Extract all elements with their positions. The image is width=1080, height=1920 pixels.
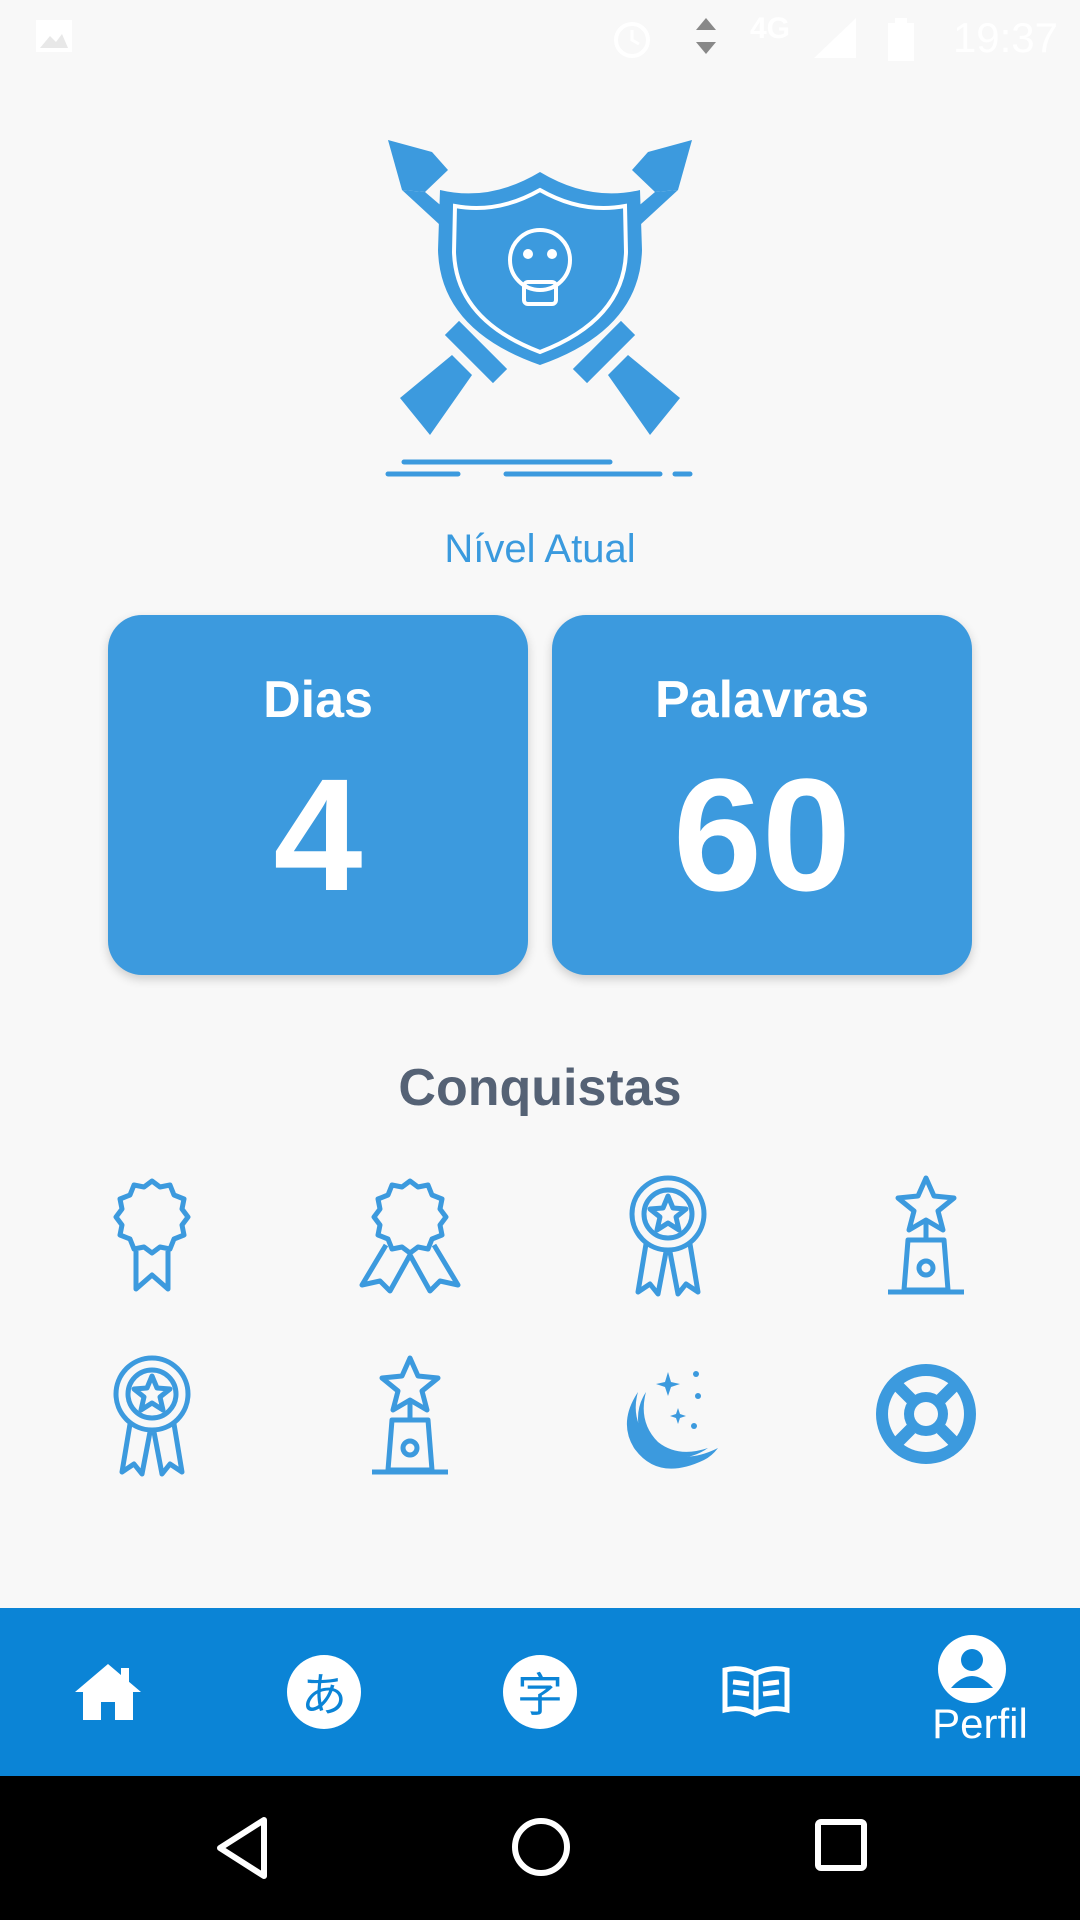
nav-kanji[interactable]: 字 <box>470 1608 610 1776</box>
nav-book[interactable] <box>686 1608 826 1776</box>
nav-profile[interactable] <box>902 1608 1042 1776</box>
book-icon <box>722 1666 790 1717</box>
recents-icon[interactable] <box>814 1818 868 1872</box>
network-type: 4G <box>750 12 791 45</box>
lifebuoy-icon <box>876 1364 976 1464</box>
signal-icon <box>814 18 856 58</box>
moon-stars-icon <box>626 1371 718 1469</box>
level-label: Nível Atual <box>444 527 636 571</box>
medal-ribbon-icon <box>113 1178 191 1292</box>
star-medal-icon <box>629 1175 707 1297</box>
words-title: Palavras <box>655 671 869 729</box>
status-bar: 4G 19:37 <box>0 0 1080 75</box>
nav-home[interactable] <box>38 1608 178 1776</box>
home-button-icon[interactable] <box>510 1816 572 1878</box>
nav-profile-label[interactable]: Perfil <box>900 1700 1060 1748</box>
home-icon <box>75 1664 141 1720</box>
data-transfer-icon <box>696 18 716 54</box>
days-value: 4 <box>273 745 363 924</box>
back-icon[interactable] <box>214 1816 270 1880</box>
clock: 19:37 <box>952 14 1058 61</box>
system-nav-bar <box>0 1776 1080 1920</box>
alarm-icon <box>614 22 650 58</box>
days-card: Dias 4 <box>108 615 528 975</box>
nav-hiragana[interactable]: あ <box>254 1608 394 1776</box>
level-crest-icon <box>385 140 693 477</box>
kanji-icon: 字 <box>503 1655 577 1729</box>
double-ribbon-medal-icon <box>359 1178 461 1294</box>
star-trophy-icon <box>888 1175 964 1295</box>
achievements-title: Conquistas <box>398 1059 682 1117</box>
star-trophy-icon <box>372 1355 448 1475</box>
hiragana-icon: あ <box>287 1655 361 1729</box>
days-title: Dias <box>263 671 373 729</box>
battery-icon <box>888 18 914 61</box>
bottom-nav: あ 字 <box>0 1608 1080 1776</box>
words-value: 60 <box>673 745 851 924</box>
profile-icon <box>938 1635 1006 1703</box>
image-notification-icon <box>36 20 72 52</box>
star-medal-icon <box>113 1355 191 1477</box>
words-card: Palavras 60 <box>552 615 972 975</box>
